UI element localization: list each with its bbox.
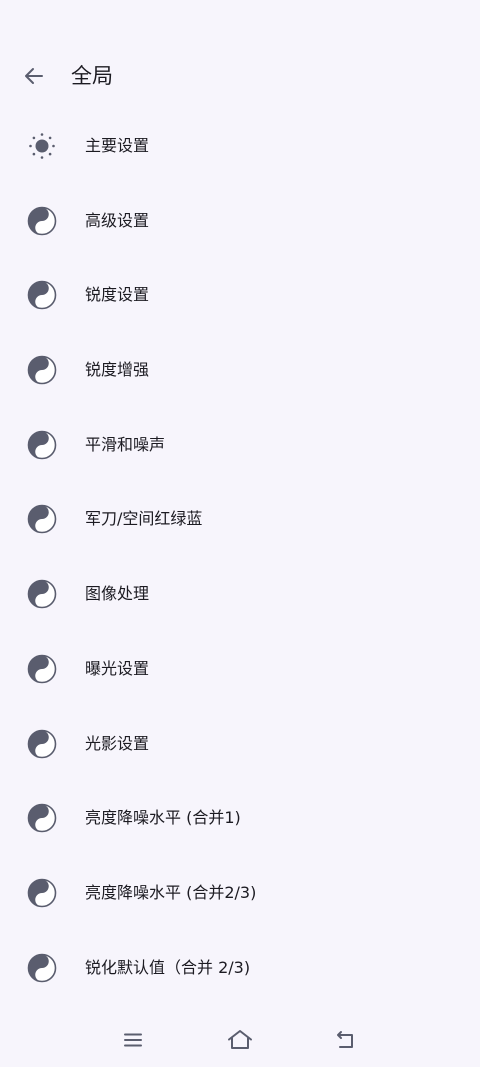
yin-yang-icon <box>27 579 57 609</box>
yin-yang-icon <box>27 953 57 983</box>
yin-yang-icon <box>27 878 57 908</box>
list-item-advanced-settings[interactable]: 高级设置 <box>0 184 480 259</box>
yin-yang-icon <box>27 206 57 236</box>
list-item-luma-denoise-merge1[interactable]: 亮度降噪水平 (合并1) <box>0 781 480 856</box>
list-item-exposure-settings[interactable]: 曝光设置 <box>0 632 480 707</box>
arrow-left-icon <box>25 68 43 84</box>
sun-icon <box>27 131 57 161</box>
list-item-label: 平滑和噪声 <box>85 434 166 454</box>
list-item-label: 曝光设置 <box>85 658 150 678</box>
list-item-label: 锐度增强 <box>85 360 150 380</box>
list-item-label: 军刀/空间红绿蓝 <box>85 509 203 529</box>
list-item-label: 亮度降噪水平 (合并1) <box>85 808 241 828</box>
list-item-label: 主要设置 <box>85 136 150 155</box>
yin-yang-icon <box>27 654 57 684</box>
list-item-sharpen-defaults[interactable]: 锐化默认值（合并 2/3) <box>0 931 480 1006</box>
app-bar: 全局 <box>0 40 480 112</box>
yin-yang-icon <box>27 504 57 534</box>
list-item-label: 高级设置 <box>85 210 150 230</box>
list-item-label: 光影设置 <box>85 733 150 753</box>
list-item-label: 锐度设置 <box>85 285 150 305</box>
settings-list: 主要设置 高级设置 锐度设置 锐度增强 平滑和噪声 军刀/空间红绿蓝 图像处理 … <box>0 109 480 1005</box>
list-item-image-processing[interactable]: 图像处理 <box>0 557 480 632</box>
list-item-main-settings[interactable]: 主要设置 <box>0 109 480 184</box>
system-nav-bar <box>0 1010 480 1067</box>
home-icon <box>228 1030 252 1049</box>
page-title: 全局 <box>71 64 113 88</box>
list-item-smoothing-noise[interactable]: 平滑和噪声 <box>0 408 480 483</box>
yin-yang-icon <box>27 355 57 385</box>
list-item-sharpness-boost[interactable]: 锐度增强 <box>0 333 480 408</box>
list-item-sharpness-settings[interactable]: 锐度设置 <box>0 258 480 333</box>
list-item-luma-denoise-merge23[interactable]: 亮度降噪水平 (合并2/3) <box>0 856 480 931</box>
back-button[interactable] <box>14 56 54 96</box>
list-item-light-shadow-settings[interactable]: 光影设置 <box>0 707 480 782</box>
home-button[interactable] <box>224 1024 256 1056</box>
yin-yang-icon <box>27 803 57 833</box>
recent-apps-button[interactable] <box>117 1024 149 1056</box>
yin-yang-icon <box>27 280 57 310</box>
list-item-label: 锐化默认值（合并 2/3) <box>85 957 251 977</box>
back-icon <box>337 1031 353 1048</box>
list-item-label: 亮度降噪水平 (合并2/3) <box>85 882 257 902</box>
yin-yang-icon <box>27 729 57 759</box>
list-item-saber-spatial-rgb[interactable]: 军刀/空间红绿蓝 <box>0 482 480 557</box>
yin-yang-icon <box>27 430 57 460</box>
list-item-label: 图像处理 <box>85 584 150 604</box>
menu-icon <box>124 1033 142 1047</box>
system-back-button[interactable] <box>330 1024 362 1056</box>
